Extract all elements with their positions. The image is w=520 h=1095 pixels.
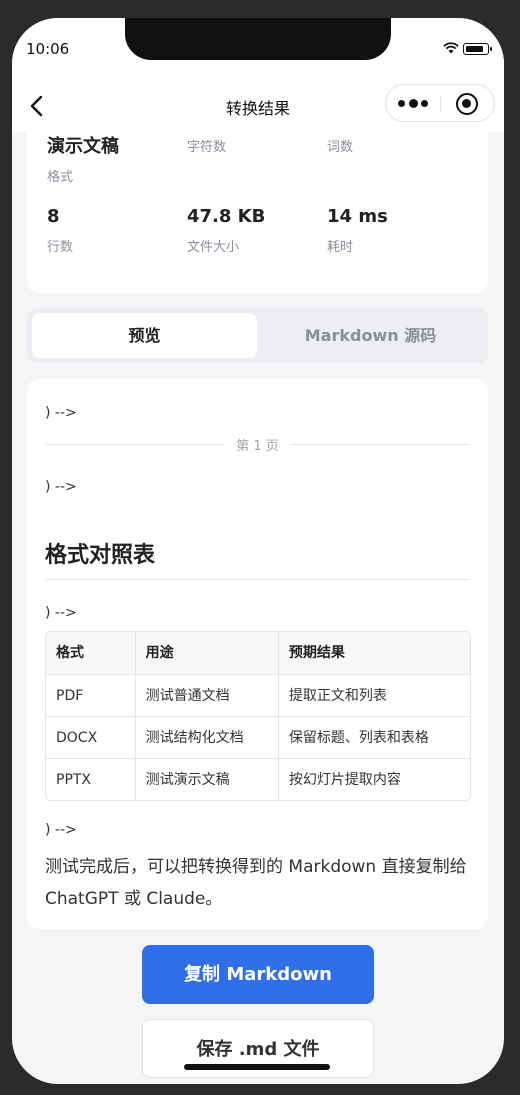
copy-markdown-button[interactable]: 复制 Markdown [142, 945, 374, 1004]
mini-program-capsule [385, 84, 495, 122]
tab-preview[interactable]: 预览 [32, 313, 257, 358]
table-header-row: 格式 用途 预期结果 [46, 632, 470, 674]
stat-size-label: 文件大小 [187, 240, 240, 255]
html-comment-text: ) --> [45, 479, 77, 495]
stat-format-value: PowerPoint 演示文稿 [47, 136, 119, 157]
view-tabs: 预览 Markdown 源码 [27, 308, 488, 363]
stat-format: PowerPoint 演示文稿 格式 [47, 132, 177, 185]
table-cell: 测试结构化文档 [134, 717, 278, 758]
section-heading: 格式对照表 [45, 537, 470, 580]
table-cell: PPTX [56, 772, 92, 788]
stat-lines-value: 8 [47, 206, 60, 227]
more-menu-icon[interactable] [398, 95, 428, 111]
table-cell: 测试演示文稿 [134, 759, 278, 800]
page-marker: 第 1 页 [226, 439, 289, 454]
wifi-icon [443, 42, 459, 54]
stat-size: 47.8 KB 文件大小 [187, 202, 265, 255]
tab-markdown-source[interactable]: Markdown 源码 [258, 313, 483, 358]
html-comment-text: ) --> [45, 605, 77, 621]
stat-words-label: 词数 [327, 140, 354, 155]
table-row: PPTX 测试演示文稿 按幻灯片提取内容 [46, 758, 470, 800]
preview-card: ) --> 第 1 页 ) --> 格式对照表 ) --> 格式 用途 预期结果… [27, 379, 488, 929]
stat-chars: 207 字符数 [187, 132, 226, 155]
table-cell: DOCX [56, 730, 98, 746]
table-cell: 保留标题、列表和表格 [277, 717, 470, 758]
scroll-content[interactable]: PowerPoint 演示文稿 格式 207 字符数 84 词数 8 行数 47… [12, 132, 504, 1084]
device-notch [125, 18, 391, 60]
format-table: 格式 用途 预期结果 PDF 测试普通文档 提取正文和列表 DOCX 测试结构化… [45, 631, 471, 801]
table-cell: 按幻灯片提取内容 [277, 759, 470, 800]
capsule-divider [440, 95, 441, 113]
table-header-cell: 格式 [56, 645, 84, 661]
summary-paragraph: 测试完成后，可以把转换得到的 Markdown 直接复制给 ChatGPT 或 … [45, 857, 467, 909]
battery-icon [463, 43, 492, 55]
status-bar: 10:06 [12, 18, 504, 80]
table-header-cell: 用途 [134, 632, 278, 674]
stat-lines: 8 行数 [47, 202, 73, 255]
stats-card: PowerPoint 演示文稿 格式 207 字符数 84 词数 8 行数 47… [27, 132, 488, 293]
stat-time: 14 ms 耗时 [327, 202, 388, 255]
page-break: 第 1 页 [45, 435, 470, 454]
phone-screen: 10:06 转换结果 PowerPoint 演示文稿 格式 [12, 18, 504, 1084]
html-comment-text: ) --> [45, 405, 77, 421]
stat-chars-label: 字符数 [187, 140, 227, 155]
close-mini-program-icon[interactable] [456, 93, 478, 115]
html-comment-text: ) --> [45, 822, 77, 838]
table-header-cell: 预期结果 [277, 632, 470, 674]
stat-words: 84 词数 [327, 132, 353, 155]
table-cell: PDF [56, 688, 84, 704]
table-cell: 提取正文和列表 [277, 675, 470, 716]
stat-time-value: 14 ms [327, 206, 388, 227]
stat-time-label: 耗时 [327, 240, 354, 255]
nav-bar: 转换结果 [12, 80, 504, 132]
stat-lines-label: 行数 [47, 240, 74, 255]
stat-size-value: 47.8 KB [187, 206, 266, 227]
status-time: 10:06 [26, 40, 70, 58]
stat-format-label: 格式 [47, 170, 74, 185]
table-cell: 测试普通文档 [134, 675, 278, 716]
table-row: DOCX 测试结构化文档 保留标题、列表和表格 [46, 716, 470, 758]
home-indicator [184, 1064, 330, 1070]
table-row: PDF 测试普通文档 提取正文和列表 [46, 674, 470, 716]
